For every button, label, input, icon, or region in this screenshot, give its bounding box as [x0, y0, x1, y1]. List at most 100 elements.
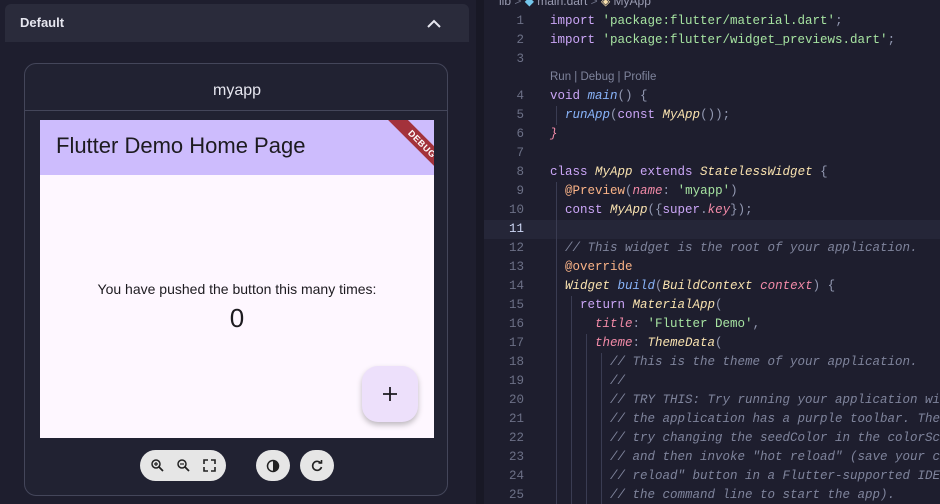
code-token: import — [550, 33, 603, 47]
line-number: 6 — [516, 127, 524, 141]
code-line[interactable]: 11 — [484, 220, 940, 239]
fit-screen-icon[interactable] — [202, 458, 217, 473]
theme-toggle-button[interactable] — [256, 450, 290, 481]
code-token: 'package:flutter/widget_previews.dart' — [602, 33, 888, 47]
dark-mode-icon — [266, 459, 280, 472]
code-token: class — [550, 165, 596, 179]
chevron-up-icon[interactable] — [425, 15, 443, 33]
code-token: ()); — [700, 108, 731, 122]
code-token: return — [550, 298, 633, 312]
code-token: MaterialApp — [632, 298, 716, 312]
code-line[interactable]: 9 @Preview(name: 'myapp') — [484, 182, 940, 201]
code-line[interactable]: 8 class MyApp extends StatelessWidget { — [484, 163, 940, 182]
restart-icon — [311, 459, 323, 471]
code-line[interactable]: 2 import 'package:flutter/widget_previews… — [484, 31, 940, 50]
codelens-run-debug-profile[interactable]: Run | Debug | Profile — [550, 71, 656, 83]
code-token: ({ — [647, 203, 663, 217]
code-token: ( — [610, 108, 618, 122]
code-token: ; — [887, 33, 896, 47]
line-number: 16 — [508, 317, 524, 331]
counter-message: You have pushed the button this many tim… — [97, 281, 377, 297]
code-token: 'Flutter Demo' — [647, 317, 753, 331]
counter-value: 0 — [229, 303, 245, 333]
line-number: 24 — [508, 469, 524, 483]
code-token: @Preview — [550, 184, 626, 198]
code-line[interactable]: 16 title: 'Flutter Demo', — [484, 315, 940, 334]
code-token: // try changing the seedColor in the col… — [550, 431, 940, 445]
code-line[interactable]: 4 void main() { — [484, 87, 940, 106]
code-text: @override — [550, 258, 633, 277]
code-text: // — [550, 372, 625, 391]
code-line[interactable]: 15 return MaterialApp( — [484, 296, 940, 315]
code-token: MyApp — [595, 165, 641, 179]
breadcrumb-folder[interactable]: lib — [499, 0, 511, 8]
code-token: 'myapp' — [677, 184, 731, 198]
line-number: 21 — [508, 412, 524, 426]
code-text: void main() { — [550, 87, 648, 106]
code-token: ( — [715, 298, 723, 312]
code-token: // TRY THIS: Try running your applicatio… — [550, 393, 940, 407]
increment-fab[interactable] — [362, 366, 418, 422]
code-token: : — [632, 317, 648, 331]
code-line[interactable]: 25 // the command line to start the app)… — [484, 486, 940, 504]
zoom-out-icon[interactable] — [176, 458, 191, 473]
code-line[interactable]: 5 runApp(const MyApp()); — [484, 106, 940, 125]
zoom-in-icon[interactable] — [150, 458, 165, 473]
line-number: 7 — [516, 146, 524, 160]
code-token: main — [587, 89, 618, 103]
code-line[interactable]: 3 — [484, 50, 940, 69]
indent-guide — [601, 353, 602, 504]
app-bar-title: Flutter Demo Home Page — [56, 133, 306, 158]
code-text: // try changing the seedColor in the col… — [550, 429, 940, 448]
code-line[interactable]: 21 // the application has a purple toolb… — [484, 410, 940, 429]
code-line[interactable]: 20 // TRY THIS: Try running your applica… — [484, 391, 940, 410]
code-token: // This is the theme of your application… — [550, 355, 918, 369]
preview-section-header[interactable]: Default — [5, 4, 469, 42]
code-line[interactable]: 23 // and then invoke "hot reload" (save… — [484, 448, 940, 467]
code-token: MyApp — [610, 203, 648, 217]
indent-guide — [556, 182, 557, 504]
restart-button[interactable] — [300, 450, 334, 481]
code-line[interactable]: 19 // — [484, 372, 940, 391]
line-number: 3 — [516, 52, 524, 66]
code-line[interactable]: 14 Widget build(BuildContext context) { — [484, 277, 940, 296]
code-text: class MyApp extends StatelessWidget { — [550, 163, 828, 182]
code-text: // TRY THIS: Try running your applicatio… — [550, 391, 940, 410]
code-token: key — [707, 203, 731, 217]
code-token: ( — [625, 184, 633, 198]
code-text: import 'package:flutter/material.dart'; — [550, 12, 843, 31]
code-text: import 'package:flutter/widget_previews.… — [550, 31, 895, 50]
code-token: ( — [715, 336, 723, 350]
line-number: 15 — [508, 298, 524, 312]
breadcrumb-file[interactable]: main.dart — [537, 0, 587, 8]
panel-divider[interactable] — [476, 0, 484, 504]
plus-icon — [383, 387, 397, 401]
code-editor[interactable]: lib > ◆ main.dart > ◈ MyApp Run | Debug … — [484, 0, 940, 504]
line-number: 22 — [508, 431, 524, 445]
code-token: @override — [550, 260, 633, 274]
code-line[interactable]: 18 // This is the theme of your applicat… — [484, 353, 940, 372]
code-line[interactable]: 1 import 'package:flutter/material.dart'; — [484, 12, 940, 31]
code-line[interactable]: 7 — [484, 144, 940, 163]
code-token: { — [820, 165, 828, 179]
app-preview-screen[interactable]: Flutter Demo Home Page DEBUG You have pu… — [40, 120, 434, 438]
code-line[interactable]: 10 const MyApp({super.key}); — [484, 201, 940, 220]
code-line[interactable]: 13 @override — [484, 258, 940, 277]
code-token: void — [550, 89, 588, 103]
code-token: const — [617, 108, 663, 122]
code-line[interactable]: 17 theme: ThemeData( — [484, 334, 940, 353]
code-line[interactable]: 24 // reload" button in a Flutter-suppor… — [484, 467, 940, 486]
code-token: extends — [640, 165, 701, 179]
code-line[interactable]: 12 // This widget is the root of your ap… — [484, 239, 940, 258]
code-line[interactable]: 6} — [484, 125, 940, 144]
code-token: // reload" button in a Flutter-supported… — [550, 469, 940, 483]
breadcrumb-symbol[interactable]: MyApp — [614, 0, 651, 8]
code-token: Widget — [550, 279, 618, 293]
code-token: MyApp — [662, 108, 701, 122]
line-number: 4 — [516, 89, 524, 103]
code-text: title: 'Flutter Demo', — [550, 315, 760, 334]
line-number: 18 — [508, 355, 524, 369]
code-token: 'package:flutter/material.dart' — [602, 14, 836, 28]
line-number: 2 — [516, 33, 524, 47]
code-line[interactable]: 22 // try changing the seedColor in the … — [484, 429, 940, 448]
